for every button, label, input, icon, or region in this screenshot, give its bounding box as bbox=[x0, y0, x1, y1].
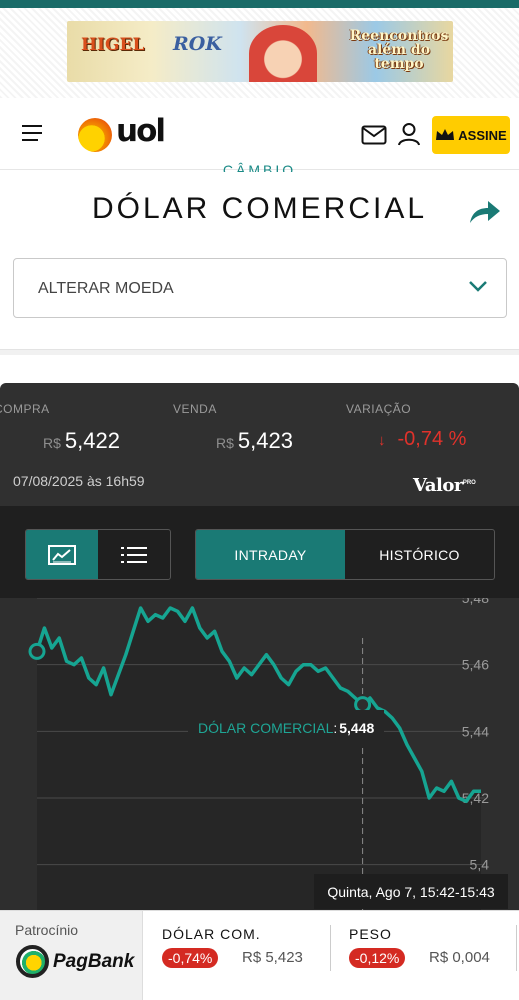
buy-currency-symbol: R$ bbox=[43, 435, 61, 451]
ticker-item-change: -0,74% bbox=[162, 948, 219, 968]
ticker-item-price: R$ 0,004 bbox=[429, 949, 490, 966]
ticker-item-name: PESO bbox=[349, 926, 392, 942]
sell-price: 5,423 bbox=[237, 428, 293, 453]
list-icon bbox=[121, 546, 147, 563]
sell-value: R$ 5,423 bbox=[216, 428, 293, 454]
ad-banner[interactable]: HIGEL ROK Reencontros além do tempo bbox=[67, 21, 453, 82]
chart-time-label: Quinta, Ago 7, 15:42-15:43 bbox=[314, 874, 508, 909]
pagbank-text: PagBank bbox=[53, 950, 135, 972]
buy-value: R$ 5,422 bbox=[43, 428, 120, 454]
valor-pro-logo: ValorPRO bbox=[413, 475, 476, 496]
user-account-icon[interactable] bbox=[397, 122, 421, 146]
y-tick-label: 5,44 bbox=[462, 723, 489, 739]
line-chart-icon bbox=[48, 544, 76, 565]
buy-price: 5,422 bbox=[64, 428, 120, 453]
y-tick-label: 5,48 bbox=[462, 598, 489, 606]
section-kicker[interactable]: CÂMBIO bbox=[0, 160, 519, 172]
valor-logo-text: Valor bbox=[413, 475, 463, 496]
variation-percent: -0,74 % bbox=[397, 428, 467, 450]
ad-logo-left: HIGEL bbox=[81, 35, 145, 55]
y-tick-label: 5,4 bbox=[470, 857, 490, 873]
ad-logo-right: ROK bbox=[173, 33, 222, 55]
variation-value: ↓ -0,74 % bbox=[378, 428, 466, 451]
ad-character-image bbox=[249, 25, 317, 82]
subscribe-button[interactable]: ASSINE bbox=[432, 116, 510, 154]
currency-ticker: Patrocínio PagBank DÓLAR COM. -0,74% R$ … bbox=[0, 910, 519, 1000]
mail-icon[interactable] bbox=[361, 125, 387, 145]
ad-tagline-line1: Reencontros bbox=[349, 28, 449, 44]
ticker-separator bbox=[330, 925, 331, 971]
tooltip-series-name: DÓLAR COMERCIAL bbox=[198, 720, 334, 736]
buy-label: COMPRA bbox=[0, 402, 50, 416]
quote-card: COMPRA R$ 5,422 VENDA R$ 5,423 VARIAÇÃO … bbox=[0, 383, 519, 506]
ad-tagline-line2: além do tempo bbox=[367, 42, 431, 72]
ticker-item-change: -0,12% bbox=[349, 948, 406, 968]
ticker-separator bbox=[516, 925, 517, 971]
subscribe-label: ASSINE bbox=[458, 127, 507, 143]
tab-historico[interactable]: HISTÓRICO bbox=[345, 530, 494, 579]
period-toggle: INTRADAY HISTÓRICO bbox=[195, 529, 495, 580]
sell-label: VENDA bbox=[173, 402, 217, 416]
chart-tooltip: DÓLAR COMERCIAL: 5,448 bbox=[188, 710, 385, 746]
tab-intraday[interactable]: INTRADAY bbox=[196, 530, 345, 579]
share-icon[interactable] bbox=[469, 199, 501, 225]
uol-logo-text: uol bbox=[116, 113, 166, 149]
section-divider bbox=[0, 349, 519, 355]
currency-select-dropdown[interactable]: ALTERAR MOEDA bbox=[13, 258, 507, 318]
quote-timestamp: 07/08/2025 às 16h59 bbox=[13, 473, 145, 489]
ad-tagline: Reencontros além do tempo bbox=[345, 29, 453, 71]
uol-logo[interactable]: uol bbox=[78, 113, 178, 153]
view-toggle bbox=[25, 529, 171, 580]
chart-svg: 5,485,465,445,425,4 bbox=[28, 598, 490, 910]
sponsor-block[interactable]: Patrocínio PagBank bbox=[0, 911, 143, 1000]
currency-select-label: ALTERAR MOEDA bbox=[38, 280, 174, 297]
tooltip-value: 5,448 bbox=[339, 720, 375, 736]
crown-icon bbox=[436, 129, 455, 140]
variation-label: VARIAÇÃO bbox=[346, 402, 412, 416]
ticker-item-price: R$ 5,423 bbox=[242, 949, 303, 966]
page-title: DÓLAR COMERCIAL bbox=[91, 192, 428, 225]
pagbank-icon bbox=[16, 945, 49, 978]
pagbank-logo: PagBank bbox=[16, 945, 134, 978]
chart-controls: INTRADAY HISTÓRICO bbox=[0, 506, 519, 598]
series-start-point bbox=[28, 642, 46, 660]
uol-logo-ball-icon bbox=[78, 118, 112, 152]
valor-logo-sup: PRO bbox=[462, 480, 476, 486]
list-view-button[interactable] bbox=[98, 530, 170, 579]
intraday-chart[interactable]: 5,48 5,46 5,44 5,42 5,4 DÓLAR COMERCIAL: 5,4… bbox=[0, 598, 519, 910]
chevron-down-icon bbox=[469, 281, 487, 292]
ticker-item-name: DÓLAR COM. bbox=[162, 926, 261, 942]
top-accent-bar bbox=[0, 0, 519, 8]
sell-currency-symbol: R$ bbox=[216, 435, 234, 451]
y-tick-label: 5,46 bbox=[462, 657, 489, 673]
down-arrow-icon: ↓ bbox=[378, 432, 386, 449]
hamburger-menu-icon[interactable] bbox=[22, 125, 42, 141]
sponsor-label: Patrocínio bbox=[15, 922, 79, 938]
chart-view-button[interactable] bbox=[26, 530, 98, 579]
